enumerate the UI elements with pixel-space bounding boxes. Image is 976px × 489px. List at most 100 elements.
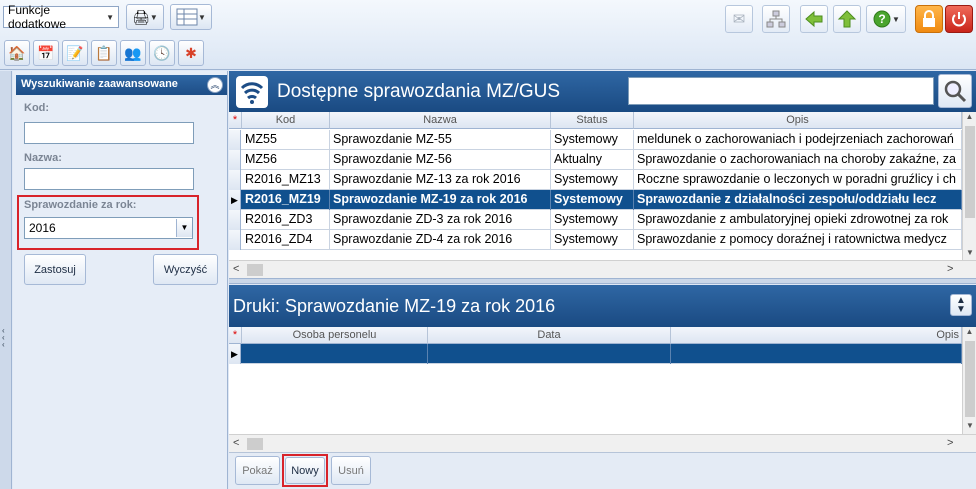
- row-pointer-icon: ▶: [229, 344, 241, 364]
- cell-description: Sprawozdanie z działalności zespołu/oddz…: [634, 190, 962, 210]
- cell-code: MZ56: [242, 150, 330, 170]
- year-select[interactable]: 2016 ▼: [24, 217, 193, 239]
- table-row-selected[interactable]: ▶ R2016_MZ19 Sprawozdanie MZ-19 za rok 2…: [229, 190, 976, 210]
- cell-name: Sprawozdanie MZ-55: [330, 130, 551, 150]
- expand-collapse-icon: ▲ ▼: [956, 295, 966, 315]
- back-button[interactable]: [800, 5, 828, 33]
- up-button[interactable]: [833, 5, 861, 33]
- chevron-down-icon: ▼: [966, 248, 974, 257]
- year-value: 2016: [29, 221, 56, 235]
- search-panel-title: Wyszukiwanie zaawansowane: [21, 78, 178, 90]
- reports-hscrollbar[interactable]: < >: [229, 260, 976, 278]
- table-row[interactable]: R2016_MZ13 Sprawozdanie MZ-13 za rok 201…: [229, 170, 976, 190]
- documents-button[interactable]: 📋: [91, 40, 117, 66]
- prints-hscrollbar[interactable]: < >: [229, 434, 976, 452]
- hscroll-thumb[interactable]: [247, 264, 263, 276]
- hscroll-thumb[interactable]: [247, 438, 263, 450]
- help-button[interactable]: ? ▼: [866, 5, 906, 33]
- cell-description: Roczne sprawozdanie o leczonych w poradn…: [634, 170, 962, 190]
- table-row-selected[interactable]: ▶: [229, 344, 976, 364]
- power-button[interactable]: [945, 5, 973, 33]
- scroll-thumb[interactable]: [965, 126, 975, 218]
- arrow-left-icon: [805, 10, 823, 28]
- clear-button[interactable]: Wyczyść: [153, 254, 218, 285]
- reports-search-input[interactable]: [628, 77, 934, 105]
- power-icon: [952, 12, 966, 27]
- chevron-left-icon: <: [233, 263, 240, 275]
- people-icon: 👥: [124, 44, 142, 61]
- arrow-up-icon: [837, 10, 857, 28]
- reports-grid: * Kod Nazwa Status Opis MZ55 Sprawozdani…: [229, 112, 976, 278]
- documents-icon: 📋: [95, 44, 113, 61]
- lock-button[interactable]: [915, 5, 943, 33]
- code-input[interactable]: [24, 122, 194, 144]
- network-button[interactable]: [762, 5, 790, 33]
- chevron-left-icon: <: [233, 437, 240, 449]
- reports-vscrollbar[interactable]: ▲ ▼: [962, 112, 976, 262]
- cell-status: Systemowy: [551, 230, 634, 250]
- col-header-description[interactable]: Opis: [671, 327, 962, 344]
- prints-vscrollbar[interactable]: ▲ ▼: [962, 327, 976, 434]
- chevron-right-icon: >: [947, 437, 954, 449]
- people-button[interactable]: 👥: [120, 40, 146, 66]
- col-header-staff[interactable]: Osoba personelu: [242, 327, 428, 344]
- collapse-strip[interactable]: ‹ ‹ ‹: [0, 71, 12, 489]
- cell-status: Systemowy: [551, 130, 634, 150]
- extras-dropdown[interactable]: Funkcje dodatkowe ▼: [3, 3, 119, 31]
- mail-button[interactable]: ✉: [725, 5, 753, 33]
- col-header-description[interactable]: Opis: [634, 112, 962, 129]
- chevron-up-icon: ▲: [965, 327, 974, 336]
- col-header-code[interactable]: Kod: [242, 112, 330, 129]
- double-chevron-up-icon: ︽: [210, 80, 220, 90]
- delete-button[interactable]: Usuń: [331, 456, 371, 485]
- stamp-button[interactable]: 📝: [62, 40, 88, 66]
- cell-status: Systemowy: [551, 190, 634, 210]
- cell-description: meldunek o zachorowaniach i podejrzeniac…: [634, 130, 962, 150]
- scroll-thumb[interactable]: [965, 341, 975, 417]
- table-row[interactable]: MZ56 Sprawozdanie MZ-56 Aktualny Sprawoz…: [229, 150, 976, 170]
- medical-icon: ✱: [185, 44, 197, 61]
- table-row[interactable]: R2016_ZD4 Sprawozdanie ZD-4 za rok 2016 …: [229, 230, 976, 250]
- cell-staff: [242, 344, 428, 364]
- table-row[interactable]: MZ55 Sprawozdanie MZ-55 Systemowy meldun…: [229, 130, 976, 150]
- svg-text:?: ?: [878, 12, 885, 26]
- reports-title: Dostępne sprawozdania MZ/GUS: [277, 80, 561, 102]
- col-header-name[interactable]: Nazwa: [330, 112, 551, 129]
- name-label: Nazwa:: [24, 152, 62, 164]
- show-button[interactable]: Pokaż: [235, 456, 280, 485]
- calendar-icon: 📅: [37, 44, 55, 61]
- panel-splitter[interactable]: [229, 278, 976, 284]
- printer-icon: 🖨: [132, 8, 150, 25]
- calendar-button[interactable]: 📅: [33, 40, 59, 66]
- search-icon: [944, 80, 967, 103]
- layout-button[interactable]: ▼: [170, 4, 212, 30]
- chevron-down-icon: ▼: [892, 14, 900, 24]
- code-label: Kod:: [24, 102, 50, 114]
- col-header-date[interactable]: Data: [428, 327, 671, 344]
- new-row-marker: *: [229, 112, 242, 129]
- prints-grid: * Osoba personelu Data Opis ▶ ▲ ▼ < >: [229, 327, 976, 452]
- home-button[interactable]: 🏠: [4, 40, 30, 66]
- cell-name: Sprawozdanie MZ-19 za rok 2016: [330, 190, 551, 210]
- medical-button[interactable]: ✱: [178, 40, 204, 66]
- expand-toggle-button[interactable]: ▲ ▼: [950, 294, 972, 316]
- network-icon: [766, 10, 786, 28]
- stamp-icon: 📝: [66, 44, 84, 61]
- col-header-status[interactable]: Status: [551, 112, 634, 129]
- cell-status: Systemowy: [551, 210, 634, 230]
- collapse-section-button[interactable]: ︽: [207, 77, 223, 93]
- table-row[interactable]: R2016_ZD3 Sprawozdanie ZD-3 za rok 2016 …: [229, 210, 976, 230]
- refresh-clock-button[interactable]: 🕓: [149, 40, 175, 66]
- search-button[interactable]: [938, 74, 972, 108]
- cell-description: Sprawozdanie z pomocy doraźnej i ratowni…: [634, 230, 962, 250]
- refresh-clock-icon: 🕓: [153, 44, 171, 61]
- cell-description: [671, 344, 962, 364]
- new-button[interactable]: Nowy: [285, 457, 325, 484]
- print-button[interactable]: 🖨 ▼: [126, 4, 164, 30]
- cell-name: Sprawozdanie MZ-56: [330, 150, 551, 170]
- mail-icon: ✉: [732, 11, 746, 28]
- chevron-down-icon: ▼: [106, 12, 114, 22]
- name-input[interactable]: [24, 168, 194, 190]
- apply-button[interactable]: Zastosuj: [24, 254, 86, 285]
- year-label: Sprawozdanie za rok:: [24, 199, 137, 211]
